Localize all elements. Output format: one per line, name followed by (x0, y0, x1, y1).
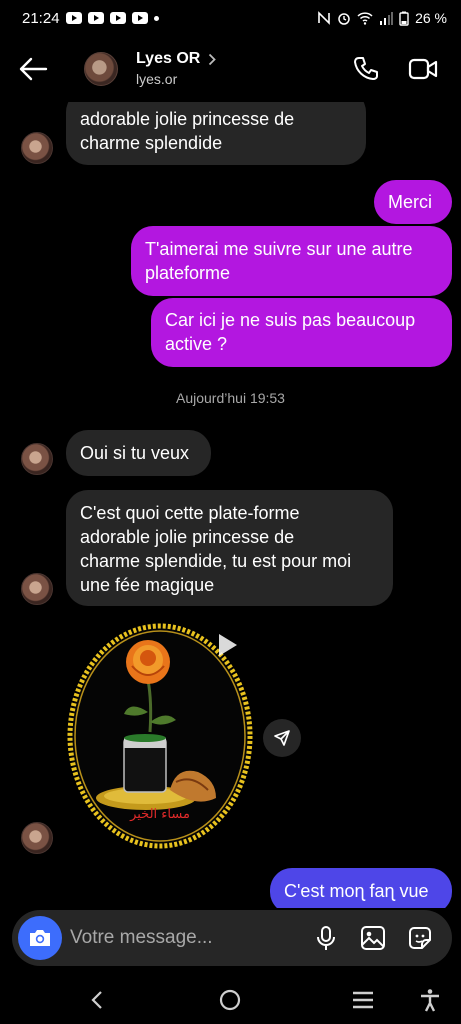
message-text: active ? (165, 334, 228, 354)
message-text: Oui si tu veux (80, 443, 190, 463)
nav-back-icon[interactable] (86, 988, 110, 1012)
contact-avatar[interactable] (84, 52, 118, 86)
wifi-icon (357, 11, 373, 25)
alarm-icon (338, 13, 350, 25)
send-icon (274, 730, 290, 746)
contact-name: Lyes OR (136, 50, 201, 67)
phone-icon[interactable] (352, 55, 380, 83)
battery-percent: 26 % (415, 10, 447, 26)
sticker-caption: مساء الخير (129, 807, 190, 822)
sticker-icon[interactable] (406, 924, 434, 952)
nfc-icon (318, 11, 330, 25)
system-nav-bar (0, 976, 461, 1024)
more-notifications-icon (153, 15, 159, 21)
message-sent[interactable]: T'aimerai me suivre sur une autre platef… (131, 226, 452, 296)
sender-avatar[interactable] (21, 573, 53, 605)
message-text: Car ici je ne suis pas beaucoup (165, 310, 416, 330)
play-icon[interactable] (217, 632, 239, 658)
message-text: T'aimerai me suivre sur une autre (145, 239, 413, 259)
message-received[interactable]: adorable jolie princesse de charme splen… (66, 102, 366, 165)
message-text: Merci (388, 192, 432, 212)
message-text: C'est quoi cette plate-forme (80, 503, 300, 523)
message-composer (12, 910, 452, 966)
message-sent[interactable]: C'est moɳ faɳ vue (270, 868, 452, 908)
message-received[interactable]: C'est quoi cette plate-forme adorable jo… (66, 490, 393, 606)
contact-handle: lyes.or (136, 71, 178, 87)
message-text: une fée magique (80, 575, 215, 595)
youtube-notification-icon (109, 12, 126, 24)
status-bar: 21:24 26 % (0, 0, 461, 36)
message-text: charme splendide, tu est pour moi (80, 551, 352, 571)
message-text: adorable jolie princesse de (80, 109, 295, 129)
battery-icon (399, 11, 409, 26)
camera-icon (30, 930, 50, 946)
chevron-right-icon (209, 53, 217, 65)
clock: 21:24 (22, 9, 60, 27)
message-input[interactable] (70, 924, 300, 952)
message-text: charme splendide (80, 133, 223, 153)
message-text: C'est moɳ faɳ vue (284, 881, 429, 901)
youtube-notification-icon (87, 12, 104, 24)
sender-avatar[interactable] (21, 822, 53, 854)
message-timestamp: Aujourd’hui 19:53 (176, 390, 285, 406)
sender-avatar[interactable] (21, 443, 53, 475)
video-camera-icon[interactable] (408, 56, 438, 82)
youtube-notification-icon (131, 12, 148, 24)
contact-info[interactable]: Lyes OR lyes.or (136, 50, 217, 87)
signal-icon (380, 11, 394, 25)
chat-header: Lyes OR lyes.or (0, 36, 461, 102)
accessibility-icon[interactable] (418, 988, 442, 1012)
share-button[interactable] (263, 719, 301, 757)
image-icon[interactable] (359, 924, 387, 952)
nav-home-icon[interactable] (218, 988, 242, 1012)
youtube-notification-icon (65, 12, 82, 24)
message-sent[interactable]: Car ici je ne suis pas beaucoup active ? (151, 298, 452, 367)
nav-recents-icon[interactable] (351, 988, 375, 1012)
camera-button[interactable] (18, 916, 62, 960)
message-text: adorable jolie princesse de (80, 527, 295, 547)
microphone-icon[interactable] (312, 924, 340, 952)
back-arrow-icon[interactable] (18, 56, 48, 82)
sender-avatar[interactable] (21, 132, 53, 164)
message-received[interactable]: Oui si tu veux (66, 430, 211, 476)
message-sent[interactable]: Merci (374, 180, 452, 224)
message-text: plateforme (145, 263, 231, 283)
message-list[interactable]: adorable jolie princesse de charme splen… (0, 102, 461, 908)
